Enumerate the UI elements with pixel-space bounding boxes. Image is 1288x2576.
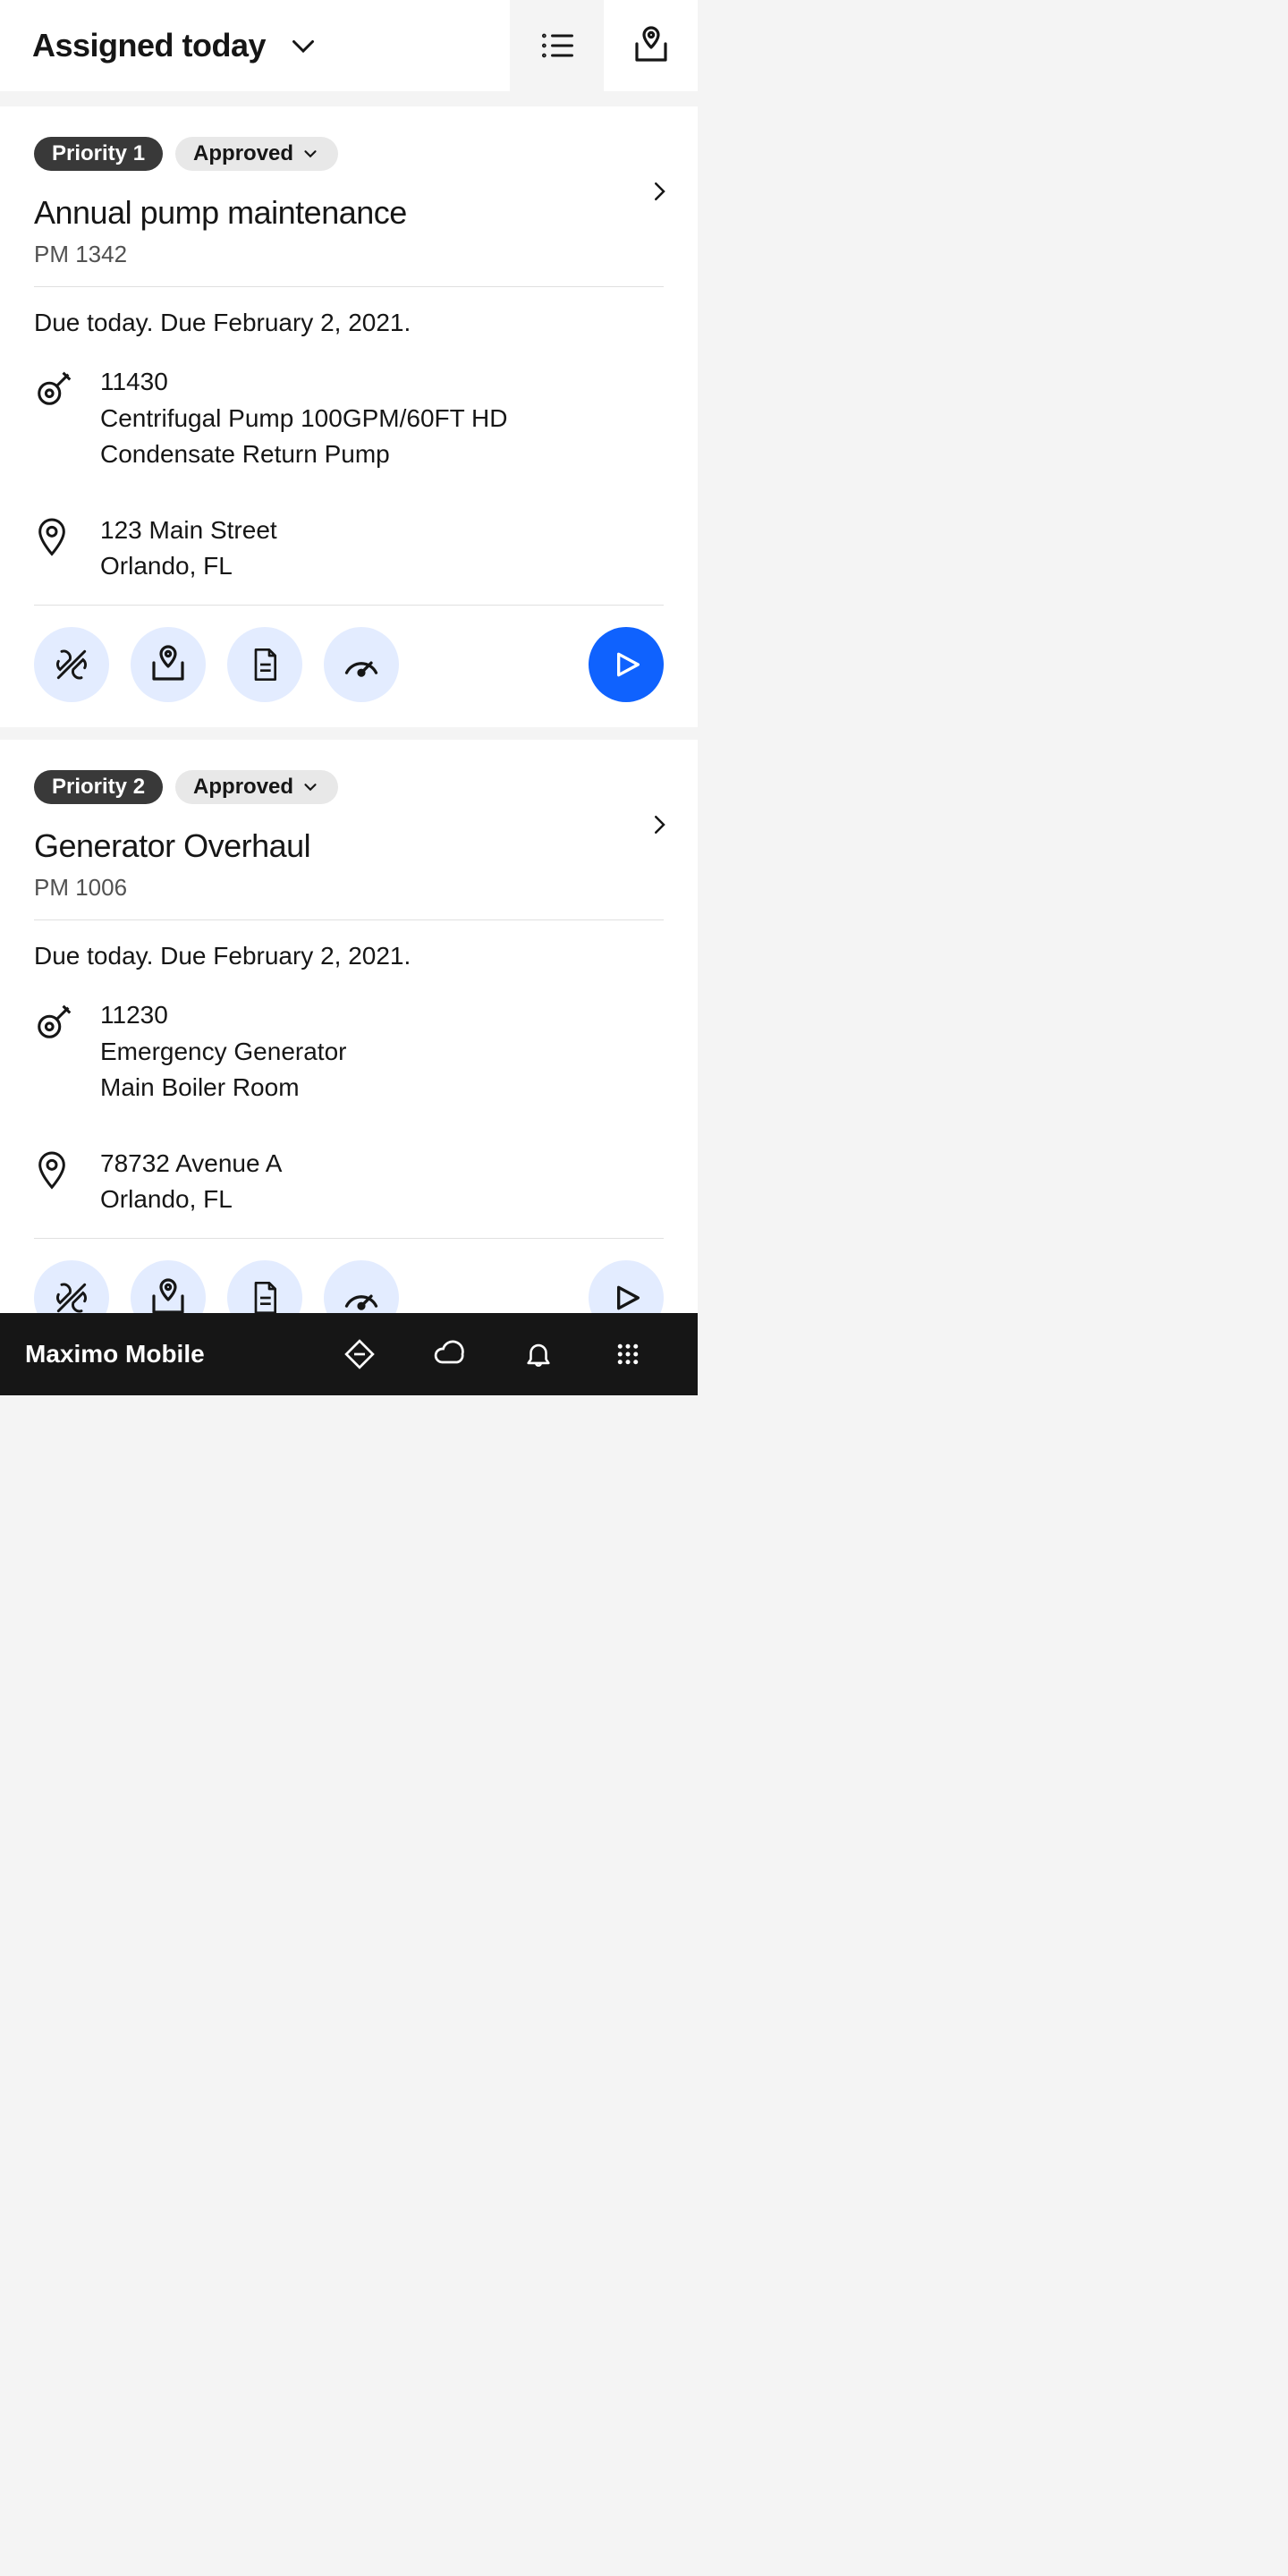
asset-name: Centrifugal Pump 100GPM/60FT HD: [100, 401, 507, 437]
due-text: Due today. Due February 2, 2021.: [34, 920, 664, 978]
address-line2: Orlando, FL: [100, 548, 277, 585]
tools-button[interactable]: [34, 627, 109, 702]
play-icon: [608, 1280, 644, 1313]
document-button[interactable]: [227, 1260, 302, 1313]
start-button[interactable]: [589, 1260, 664, 1313]
play-icon: [608, 647, 644, 682]
work-order-card: Priority 2 Approved Generator Overhaul P…: [0, 740, 698, 1313]
quick-actions: [34, 1260, 399, 1313]
priority-badge: Priority 2: [34, 770, 163, 804]
map-view-button[interactable]: [604, 0, 698, 91]
map-tray-icon: [147, 643, 190, 686]
chevron-right-icon[interactable]: [646, 178, 673, 205]
bell-icon: [523, 1338, 554, 1370]
asset-name: Emergency Generator: [100, 1034, 346, 1071]
map-tray-icon: [147, 1276, 190, 1313]
work-order-list: Priority 1 Approved Annual pump maintena…: [0, 94, 698, 1313]
tools-icon: [52, 645, 91, 684]
badges-row: Priority 1 Approved: [34, 137, 664, 171]
play-wrap: [589, 1260, 664, 1313]
start-button[interactable]: [589, 627, 664, 702]
badges-row: Priority 2 Approved: [34, 770, 664, 804]
sync-button[interactable]: [404, 1313, 494, 1395]
asset-body: 11430 Centrifugal Pump 100GPM/60FT HD Co…: [100, 364, 507, 473]
header-bar: Assigned today: [0, 0, 698, 94]
status-label: Approved: [193, 141, 293, 166]
address-line2: Orlando, FL: [100, 1182, 282, 1218]
due-text: Due today. Due February 2, 2021.: [34, 287, 664, 344]
header-actions: [510, 0, 698, 91]
grid-icon: [614, 1341, 641, 1368]
document-icon: [247, 645, 283, 684]
asset-id: 11430: [100, 364, 507, 401]
gauge-button[interactable]: [324, 1260, 399, 1313]
map-button[interactable]: [131, 627, 206, 702]
gauge-icon: [340, 1278, 383, 1313]
asset-body: 11230 Emergency Generator Main Boiler Ro…: [100, 997, 346, 1106]
asset-icon: [34, 364, 75, 409]
work-order-id: PM 1342: [34, 241, 664, 268]
cloud-icon: [431, 1338, 467, 1370]
document-icon: [247, 1278, 283, 1313]
work-order-id: PM 1006: [34, 874, 664, 902]
diamond-icon: [343, 1338, 376, 1370]
priority-badge-label: Priority 1: [52, 141, 145, 166]
work-order-card: Priority 1 Approved Annual pump maintena…: [0, 106, 698, 727]
card-header[interactable]: Priority 1 Approved Annual pump maintena…: [34, 106, 664, 287]
status-label: Approved: [193, 775, 293, 800]
pin-icon: [34, 513, 75, 559]
notifications-button[interactable]: [494, 1313, 583, 1395]
list-icon: [538, 26, 577, 65]
menu-button[interactable]: [583, 1313, 673, 1395]
card-header[interactable]: Priority 2 Approved Generator Overhaul P…: [34, 740, 664, 920]
status-dropdown[interactable]: Approved: [175, 770, 338, 804]
chevron-down-icon: [287, 30, 319, 62]
card-actions: [34, 1238, 664, 1313]
quick-actions: [34, 627, 399, 702]
work-order-title: Annual pump maintenance: [34, 194, 664, 232]
address-line1: 78732 Avenue A: [100, 1146, 282, 1182]
work-order-title: Generator Overhaul: [34, 827, 664, 865]
asset-row: 11430 Centrifugal Pump 100GPM/60FT HD Co…: [34, 344, 664, 493]
nav-button[interactable]: [315, 1313, 404, 1395]
card-actions: [34, 605, 664, 727]
app-footer: Maximo Mobile: [0, 1313, 698, 1395]
play-wrap: [589, 627, 664, 702]
address-body: 78732 Avenue A Orlando, FL: [100, 1146, 282, 1218]
priority-badge: Priority 1: [34, 137, 163, 171]
asset-row: 11230 Emergency Generator Main Boiler Ro…: [34, 978, 664, 1126]
tools-button[interactable]: [34, 1260, 109, 1313]
asset-location: Main Boiler Room: [100, 1070, 346, 1106]
status-dropdown[interactable]: Approved: [175, 137, 338, 171]
chevron-down-icon: [301, 777, 320, 797]
address-line1: 123 Main Street: [100, 513, 277, 549]
asset-location: Condensate Return Pump: [100, 436, 507, 473]
tools-icon: [52, 1278, 91, 1313]
address-row: 123 Main Street Orlando, FL: [34, 493, 664, 605]
header-title: Assigned today: [32, 27, 266, 64]
asset-icon: [34, 997, 75, 1042]
gauge-button[interactable]: [324, 627, 399, 702]
gauge-icon: [340, 645, 383, 684]
pin-icon: [34, 1146, 75, 1192]
chevron-right-icon[interactable]: [646, 811, 673, 838]
list-view-button[interactable]: [510, 0, 604, 91]
map-button[interactable]: [131, 1260, 206, 1313]
document-button[interactable]: [227, 627, 302, 702]
chevron-down-icon: [301, 144, 320, 164]
address-body: 123 Main Street Orlando, FL: [100, 513, 277, 585]
map-tray-icon: [630, 24, 673, 67]
priority-badge-label: Priority 2: [52, 775, 145, 800]
app-name: Maximo Mobile: [25, 1340, 205, 1368]
address-row: 78732 Avenue A Orlando, FL: [34, 1126, 664, 1238]
asset-id: 11230: [100, 997, 346, 1034]
header-title-dropdown[interactable]: Assigned today: [0, 27, 510, 64]
